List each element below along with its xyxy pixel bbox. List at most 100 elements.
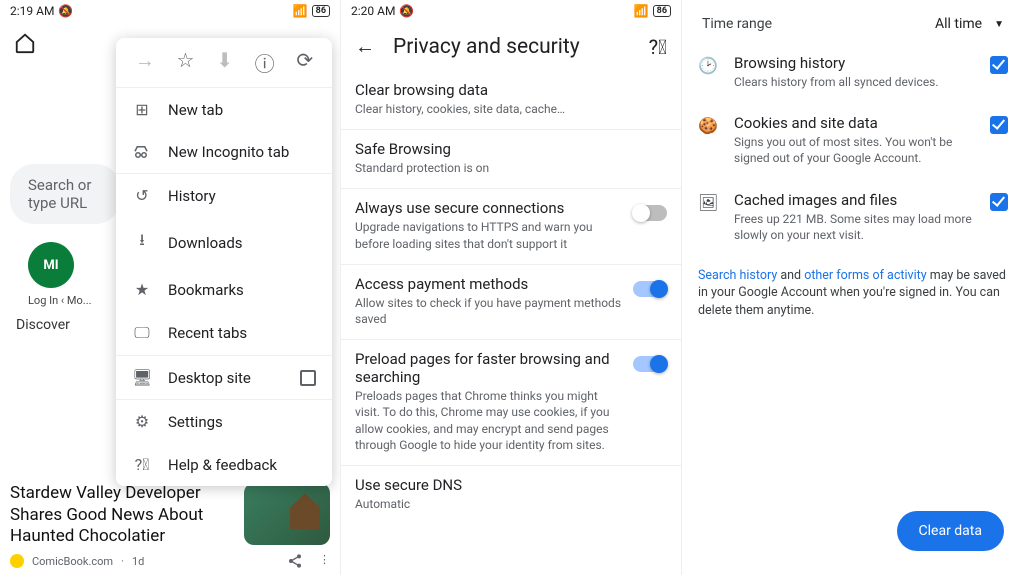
desktop-icon: 🖥 [132, 368, 152, 387]
dnd-icon: 🔕 [58, 4, 73, 18]
row-title: Access payment methods [355, 275, 621, 293]
menu-label: Settings [168, 413, 223, 431]
check-browsing-history[interactable]: 🕑 Browsing history Clears history from a… [682, 42, 1024, 102]
toggle-preload-pages[interactable] [633, 356, 667, 372]
check-title: Browsing history [734, 54, 974, 72]
menu-settings[interactable]: ⚙ Settings [116, 400, 332, 443]
search-input[interactable]: Search or type URL [10, 164, 120, 224]
menu-label: New tab [168, 101, 223, 119]
menu-label: New Incognito tab [168, 143, 289, 161]
menu-label: Bookmarks [168, 281, 244, 299]
timerange-value: All time [935, 16, 982, 32]
chevron-down-icon: ▼ [994, 19, 1004, 30]
desktop-checkbox[interactable] [300, 370, 316, 386]
row-desc: Upgrade navigations to HTTPS and warn yo… [355, 219, 621, 251]
row-secure-dns[interactable]: Use secure DNS Automatic [341, 466, 681, 524]
check-desc: Frees up 221 MB. Some sites may load mor… [734, 211, 974, 243]
other-activity-link[interactable]: other forms of activity [804, 268, 926, 283]
help-icon: ?⃝ [132, 455, 152, 474]
clock-icon: 🕑 [698, 56, 718, 76]
checkbox[interactable] [990, 116, 1008, 134]
star-icon[interactable]: ☆ [177, 48, 195, 77]
check-title: Cookies and site data [734, 114, 974, 132]
status-bar: 2:19 AM 🔕 📶 86 [0, 0, 340, 22]
row-preload-pages[interactable]: Preload pages for faster browsing and se… [341, 340, 681, 466]
battery-icon: 86 [653, 5, 671, 17]
info-text: Search history and other forms of activi… [682, 255, 1024, 332]
download-icon: ⬇ [216, 48, 233, 77]
menu-help[interactable]: ?⃝ Help & feedback [116, 443, 332, 486]
incognito-icon [132, 145, 152, 159]
row-clear-browsing-data[interactable]: Clear browsing data Clear history, cooki… [341, 71, 681, 130]
row-title: Always use secure connections [355, 199, 621, 217]
forward-icon: → [135, 48, 155, 77]
row-desc: Clear history, cookies, site data, cache… [355, 101, 667, 117]
gear-icon: ⚙ [132, 412, 152, 431]
dnd-icon: 🔕 [399, 4, 414, 18]
row-title: Clear browsing data [355, 81, 667, 99]
row-title: Safe Browsing [355, 140, 667, 158]
menu-history[interactable]: ↺ History [116, 174, 332, 217]
row-title: Use secure DNS [355, 476, 667, 494]
article-age: 1d [132, 555, 144, 568]
timerange-select[interactable]: All time ▼ [935, 16, 1004, 32]
article-thumbnail [244, 483, 330, 545]
recent-icon: 🖵 [132, 323, 152, 343]
cookie-icon: 🍪 [698, 116, 718, 136]
clock-text: 2:20 AM [351, 4, 395, 18]
timerange-label: Time range [702, 16, 772, 32]
check-cache[interactable]: 🖼 Cached images and files Frees up 221 M… [682, 179, 1024, 255]
history-icon: ↺ [132, 186, 152, 205]
row-desc: Automatic [355, 496, 667, 512]
menu-label: Help & feedback [168, 456, 277, 474]
menu-new-tab[interactable]: ⊞ New tab [116, 88, 332, 131]
speeddial-badge: MI [28, 242, 74, 288]
clear-data-button[interactable]: Clear data [897, 511, 1004, 551]
bookmark-icon: ★ [132, 280, 152, 299]
check-cookies[interactable]: 🍪 Cookies and site data Signs you out of… [682, 102, 1024, 178]
row-desc: Allow sites to check if you have payment… [355, 295, 621, 327]
checkbox[interactable] [990, 193, 1008, 211]
speeddial-tile[interactable]: MI Log In ‹ Mo... [28, 242, 92, 307]
toggle-payment-methods[interactable] [633, 281, 667, 297]
row-secure-connections[interactable]: Always use secure connections Upgrade na… [341, 189, 681, 264]
status-bar: 2:20 AM 🔕 📶 86 [341, 0, 681, 22]
menu-incognito[interactable]: New Incognito tab [116, 131, 332, 173]
row-payment-methods[interactable]: Access payment methods Allow sites to ch… [341, 265, 681, 340]
menu-downloads[interactable]: ⭳ Downloads [116, 217, 332, 268]
row-desc: Standard protection is on [355, 160, 667, 176]
row-safe-browsing[interactable]: Safe Browsing Standard protection is on [341, 130, 681, 189]
check-desc: Signs you out of most sites. You won't b… [734, 134, 974, 166]
battery-icon: 86 [312, 5, 330, 17]
row-desc: Preloads pages that Chrome thinks you mi… [355, 388, 621, 453]
plus-box-icon: ⊞ [132, 100, 152, 119]
menu-label: History [168, 187, 216, 205]
help-icon[interactable]: ?⃝ [649, 35, 667, 59]
check-desc: Clears history from all synced devices. [734, 74, 974, 90]
row-title: Preload pages for faster browsing and se… [355, 350, 621, 386]
menu-desktop-site[interactable]: 🖥 Desktop site [116, 356, 332, 399]
download-arrow-icon: ⭳ [132, 229, 152, 256]
article-source: ComicBook.com [32, 555, 113, 568]
speeddial-label: Log In ‹ Mo... [28, 294, 92, 307]
search-history-link[interactable]: Search history [698, 268, 777, 283]
check-title: Cached images and files [734, 191, 974, 209]
share-icon[interactable] [287, 553, 303, 569]
menu-label: Downloads [168, 234, 243, 252]
checkbox[interactable] [990, 56, 1008, 74]
overflow-menu: → ☆ ⬇ ⓘ ⟳ ⊞ New tab New Incognito tab ↺ Hi… [116, 38, 332, 486]
back-icon[interactable]: ← [355, 34, 375, 59]
menu-bookmarks[interactable]: ★ Bookmarks [116, 268, 332, 311]
menu-recent-tabs[interactable]: 🖵Recent tabs [116, 311, 332, 355]
more-icon[interactable]: ⋮ [319, 553, 330, 569]
article-card[interactable]: Stardew Valley Developer Shares Good New… [0, 483, 340, 569]
image-icon: 🖼 [698, 193, 718, 213]
menu-label: Desktop site [168, 369, 251, 387]
info-icon[interactable]: ⓘ [255, 48, 275, 77]
signal-icon: 📶 [634, 4, 649, 18]
page-title: Privacy and security [393, 35, 631, 59]
clock-text: 2:19 AM [10, 4, 54, 18]
refresh-icon[interactable]: ⟳ [296, 48, 313, 77]
signal-icon: 📶 [293, 4, 308, 18]
toggle-secure-connections[interactable] [633, 205, 667, 221]
